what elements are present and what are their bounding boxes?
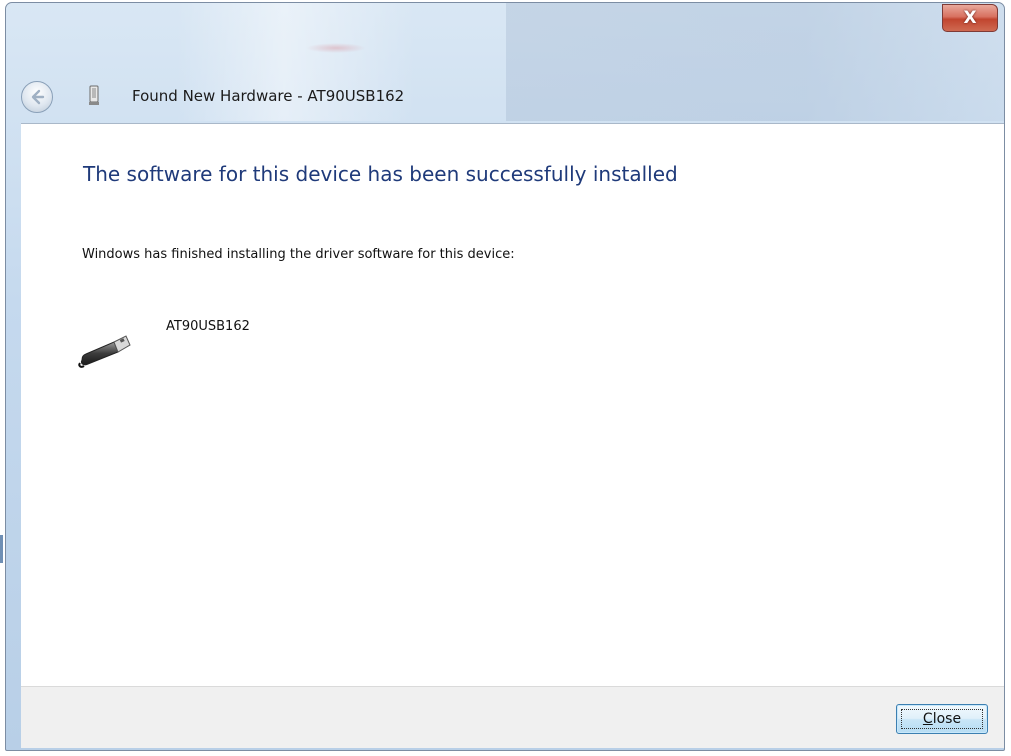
usb-plug-icon — [78, 335, 131, 368]
back-button[interactable] — [21, 81, 53, 113]
found-new-hardware-window: X Found New Hardware - AT90USB162 The so… — [5, 2, 1005, 751]
usb-device-icon — [89, 85, 99, 105]
title-bar-glow — [306, 43, 366, 53]
close-mnemonic: C — [922, 711, 933, 727]
back-arrow-icon — [31, 89, 45, 105]
background-window-edge — [0, 535, 3, 563]
close-button[interactable]: Close — [896, 704, 988, 734]
close-label-rest: lose — [932, 711, 962, 727]
close-x-glyph: X — [963, 8, 977, 28]
install-description: Windows has finished installing the driv… — [82, 247, 515, 262]
button-bar: Close — [21, 686, 1004, 748]
window-close-button[interactable]: X — [942, 4, 998, 32]
close-button-label: Close — [923, 711, 961, 727]
success-heading: The software for this device has been su… — [83, 162, 678, 186]
device-name: AT90USB162 — [166, 319, 250, 334]
title-bar-glass — [506, 3, 1004, 121]
window-title: Found New Hardware - AT90USB162 — [132, 87, 405, 105]
content-panel: The software for this device has been su… — [21, 123, 1004, 686]
